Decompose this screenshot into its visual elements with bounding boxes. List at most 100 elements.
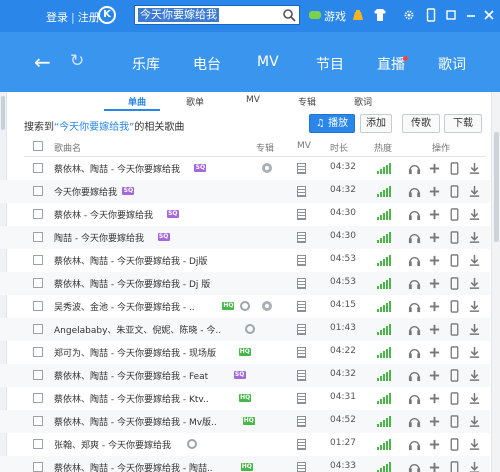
album-icon[interactable]: [262, 301, 272, 311]
song-title[interactable]: 蔡依林、陶喆 - 今天你要嫁给我 - 陶喆..: [54, 461, 213, 472]
listen-icon[interactable]: [408, 392, 421, 405]
song-title[interactable]: 蔡依林、陶喆 - 今天你要嫁给我: [54, 162, 180, 175]
nav-item-programs[interactable]: 节目: [316, 54, 344, 74]
add-icon[interactable]: [428, 461, 441, 472]
phone-transfer-icon[interactable]: [448, 277, 461, 290]
gear-icon[interactable]: [404, 8, 414, 22]
login-link[interactable]: 登录: [46, 11, 68, 24]
mv-icon[interactable]: [297, 439, 306, 450]
mv-icon[interactable]: [297, 209, 306, 220]
download-icon[interactable]: [468, 346, 481, 359]
left-scroll-thumb[interactable]: [1, 96, 5, 130]
download-icon[interactable]: [468, 392, 481, 405]
mv-icon[interactable]: [297, 301, 306, 312]
tab-mv[interactable]: MV: [246, 95, 260, 105]
song-row[interactable]: 蔡依林、陶喆 - 今天你要嫁给我 - Feat SQ 04:32: [0, 364, 490, 387]
download-icon[interactable]: [468, 369, 481, 382]
money-bag-icon[interactable]: [351, 8, 365, 22]
tab-songs[interactable]: 单曲: [128, 95, 146, 108]
listen-icon[interactable]: [408, 346, 421, 359]
download-all-button[interactable]: 下载: [444, 114, 482, 133]
add-icon[interactable]: [428, 346, 441, 359]
add-icon[interactable]: [428, 369, 441, 382]
song-row[interactable]: 陶喆 - 今天你要嫁给我 SQ 04:30: [0, 226, 490, 249]
mv-icon[interactable]: [297, 232, 306, 243]
listen-icon[interactable]: [408, 254, 421, 267]
song-checkbox[interactable]: [33, 393, 43, 403]
listen-icon[interactable]: [408, 369, 421, 382]
song-title[interactable]: 蔡依林、陶喆 - 今天你要嫁给我 - Dj版: [54, 254, 207, 267]
add-icon[interactable]: [428, 323, 441, 336]
song-title[interactable]: 蔡依林、陶喆 - 今天你要嫁给我 - Mv版..: [54, 415, 217, 428]
nav-item-library[interactable]: 乐库: [132, 54, 160, 74]
download-icon[interactable]: [468, 185, 481, 198]
phone-transfer-icon[interactable]: [448, 231, 461, 244]
phone-transfer-icon[interactable]: [448, 415, 461, 428]
phone-transfer-icon[interactable]: [448, 185, 461, 198]
mini-mode-icon[interactable]: [446, 8, 456, 22]
song-checkbox[interactable]: [33, 416, 43, 426]
song-title[interactable]: 蔡依林、陶喆 - 今天你要嫁给我 - Ktv..: [54, 392, 209, 405]
mv-icon[interactable]: [297, 186, 306, 197]
download-icon[interactable]: [468, 323, 481, 336]
song-checkbox[interactable]: [33, 209, 43, 219]
nav-item-radio[interactable]: 电台: [193, 54, 221, 74]
phone-transfer-icon[interactable]: [448, 438, 461, 451]
mv-icon[interactable]: [297, 278, 306, 289]
song-title[interactable]: 蔡依林、陶喆 - 今天你要嫁给我 - Dj 版: [54, 277, 210, 290]
upload-button[interactable]: 传歌: [402, 114, 440, 133]
download-icon[interactable]: [468, 277, 481, 290]
tshirt-icon[interactable]: [373, 8, 387, 22]
song-row[interactable]: 郑可为、陶喆 - 今天你要嫁给我 - 现场版 HQ 04:22: [0, 341, 490, 364]
phone-transfer-icon[interactable]: [448, 208, 461, 221]
listen-icon[interactable]: [408, 300, 421, 313]
back-arrow-icon[interactable]: ←: [34, 52, 51, 72]
song-title[interactable]: 郑可为、陶喆 - 今天你要嫁给我 - 现场版: [54, 346, 216, 359]
add-icon[interactable]: [428, 254, 441, 267]
listen-icon[interactable]: [408, 277, 421, 290]
song-row[interactable]: 张翰、郑爽 - 今天你要嫁给我 01:27: [0, 433, 490, 456]
song-row[interactable]: 蔡依林、陶喆 - 今天你要嫁给我 SQ 04:32: [0, 157, 490, 180]
mv-icon[interactable]: [297, 163, 306, 174]
song-row[interactable]: Angelababy、朱亚文、倪妮、陈晓 - 今.. 01:43: [0, 318, 490, 341]
download-icon[interactable]: [468, 231, 481, 244]
song-checkbox[interactable]: [33, 163, 43, 173]
phone-transfer-icon[interactable]: [448, 254, 461, 267]
album-icon[interactable]: [262, 163, 272, 173]
phone-transfer-icon[interactable]: [448, 300, 461, 313]
add-icon[interactable]: [428, 300, 441, 313]
add-icon[interactable]: [428, 162, 441, 175]
column-duration[interactable]: 时长: [330, 141, 348, 154]
phone-transfer-icon[interactable]: [448, 461, 461, 472]
song-title[interactable]: 陶喆 - 今天你要嫁给我: [54, 231, 144, 244]
download-icon[interactable]: [468, 438, 481, 451]
song-checkbox[interactable]: [33, 370, 43, 380]
nav-item-mv[interactable]: MV: [257, 54, 279, 70]
song-title[interactable]: Angelababy、朱亚文、倪妮、陈晓 - 今..: [54, 323, 221, 336]
register-link[interactable]: 注册: [78, 11, 100, 24]
minimize-icon[interactable]: [466, 8, 476, 22]
phone-transfer-icon[interactable]: [448, 369, 461, 382]
listen-icon[interactable]: [408, 162, 421, 175]
listen-icon[interactable]: [408, 185, 421, 198]
add-icon[interactable]: [428, 231, 441, 244]
add-icon[interactable]: [428, 438, 441, 451]
add-icon[interactable]: [428, 277, 441, 290]
column-song-name[interactable]: 歌曲名: [54, 141, 81, 154]
mv-icon[interactable]: [297, 416, 306, 427]
song-checkbox[interactable]: [33, 324, 43, 334]
tab-albums[interactable]: 专辑: [298, 95, 316, 108]
tab-lyrics[interactable]: 歌词: [354, 95, 372, 108]
search-icon[interactable]: [282, 8, 296, 22]
download-icon[interactable]: [468, 300, 481, 313]
phone-transfer-icon[interactable]: [448, 392, 461, 405]
mv-icon[interactable]: [297, 393, 306, 404]
mv-icon[interactable]: [297, 324, 306, 335]
tab-playlists[interactable]: 歌单: [186, 95, 204, 108]
right-scroll-thumb[interactable]: [494, 132, 499, 242]
listen-icon[interactable]: [408, 231, 421, 244]
mv-icon[interactable]: [297, 370, 306, 381]
song-checkbox[interactable]: [33, 439, 43, 449]
song-title[interactable]: 张翰、郑爽 - 今天你要嫁给我: [54, 438, 171, 451]
song-checkbox[interactable]: [33, 278, 43, 288]
